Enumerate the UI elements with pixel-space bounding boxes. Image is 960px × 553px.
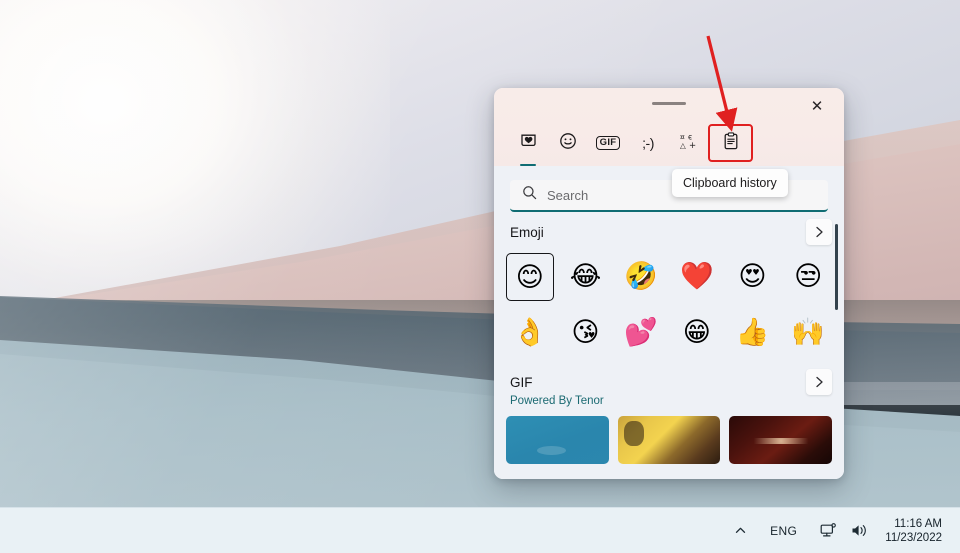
gif-icon: GIF xyxy=(595,136,621,150)
taskbar: ENG 11:16 AM 11/23/2022 xyxy=(0,507,960,553)
kaomoji-icon: ;-) xyxy=(642,135,654,151)
tab-gif[interactable]: GIF xyxy=(588,126,628,160)
gif-thumbnail-row xyxy=(494,407,844,464)
language-indicator[interactable]: ENG xyxy=(754,514,813,548)
emoji-panel[interactable]: ✕ GIF ;-) ¤ є △ + Clipboard history Sear… xyxy=(494,88,844,479)
search-icon xyxy=(522,185,537,205)
section-header-emoji: Emoji xyxy=(494,216,844,248)
clipboard-icon xyxy=(723,131,739,155)
emoji-button[interactable]: 🙌 xyxy=(780,306,836,358)
clock-date: 11/23/2022 xyxy=(885,531,942,544)
network-monitor-icon[interactable] xyxy=(813,514,844,548)
emoji-button[interactable]: 👍 xyxy=(725,306,781,358)
gif-thumbnail-concert[interactable] xyxy=(729,416,833,464)
panel-scrollbar[interactable] xyxy=(835,224,838,424)
close-icon[interactable]: ✕ xyxy=(804,93,830,119)
tab-symbols[interactable]: ¤ є △ + xyxy=(668,126,708,160)
emoji-button[interactable]: 😁 xyxy=(669,306,725,358)
panel-body: Emoji 😊 😂 🤣 ❤️ 😍 😒 👌 😘 💕 😁 👍 🙌 GIF Power… xyxy=(494,216,844,479)
gif-thumbnail-minions[interactable] xyxy=(617,416,721,464)
search-placeholder: Search xyxy=(547,187,589,203)
clock-time: 11:16 AM xyxy=(894,517,942,530)
tab-kaomoji[interactable]: ;-) xyxy=(628,126,668,160)
section-header-gif: GIF xyxy=(494,366,844,398)
svg-text:+: + xyxy=(689,141,696,150)
emoji-grid-row-2: 👌 😘 💕 😁 👍 🙌 xyxy=(494,304,844,358)
gif-thumbnail-blue[interactable] xyxy=(506,416,609,464)
emoji-button[interactable]: 😊 xyxy=(505,253,554,301)
clock[interactable]: 11:16 AM 11/23/2022 xyxy=(875,517,950,545)
section-title-gif: GIF xyxy=(510,374,533,390)
emoji-button[interactable]: 💕 xyxy=(613,306,669,358)
panel-header: ✕ GIF ;-) ¤ є △ + Clipboard history Sear… xyxy=(494,88,844,212)
emoji-button[interactable]: 🤣 xyxy=(613,250,669,302)
chevron-right-icon-gif[interactable] xyxy=(806,369,832,395)
heart-in-square-icon xyxy=(520,132,537,154)
emoji-button[interactable]: 😂 xyxy=(558,250,614,302)
symbols-icon: ¤ є △ + xyxy=(679,131,698,155)
chevron-right-icon-emoji[interactable] xyxy=(806,219,832,245)
tab-recently-used[interactable] xyxy=(508,126,548,166)
section-title-emoji: Emoji xyxy=(510,224,544,240)
emoji-button[interactable]: 😍 xyxy=(725,250,781,302)
emoji-button[interactable]: 😘 xyxy=(558,306,614,358)
speaker-icon[interactable] xyxy=(844,514,875,548)
panel-drag-handle[interactable] xyxy=(652,102,686,105)
emoji-button[interactable]: 😒 xyxy=(780,250,836,302)
language-label: ENG xyxy=(770,523,798,538)
emoji-button[interactable]: 👌 xyxy=(502,306,558,358)
tab-clipboard-history[interactable] xyxy=(708,124,753,162)
tab-emoji[interactable] xyxy=(548,126,588,160)
panel-tab-bar: GIF ;-) ¤ є △ + xyxy=(508,124,753,166)
active-tab-underline xyxy=(520,163,536,166)
system-tray: ENG 11:16 AM 11/23/2022 xyxy=(727,514,960,548)
svg-text:△: △ xyxy=(680,141,686,150)
emoji-grid-row-1: 😊 😂 🤣 ❤️ 😍 😒 xyxy=(494,248,844,304)
clipboard-history-tooltip: Clipboard history xyxy=(672,169,788,197)
emoji-button[interactable]: ❤️ xyxy=(669,250,725,302)
chevron-up-icon[interactable] xyxy=(727,514,754,548)
smiley-face-icon xyxy=(559,132,577,155)
panel-scrollbar-thumb[interactable] xyxy=(835,224,838,310)
tenor-attribution: Powered By Tenor xyxy=(510,395,604,407)
